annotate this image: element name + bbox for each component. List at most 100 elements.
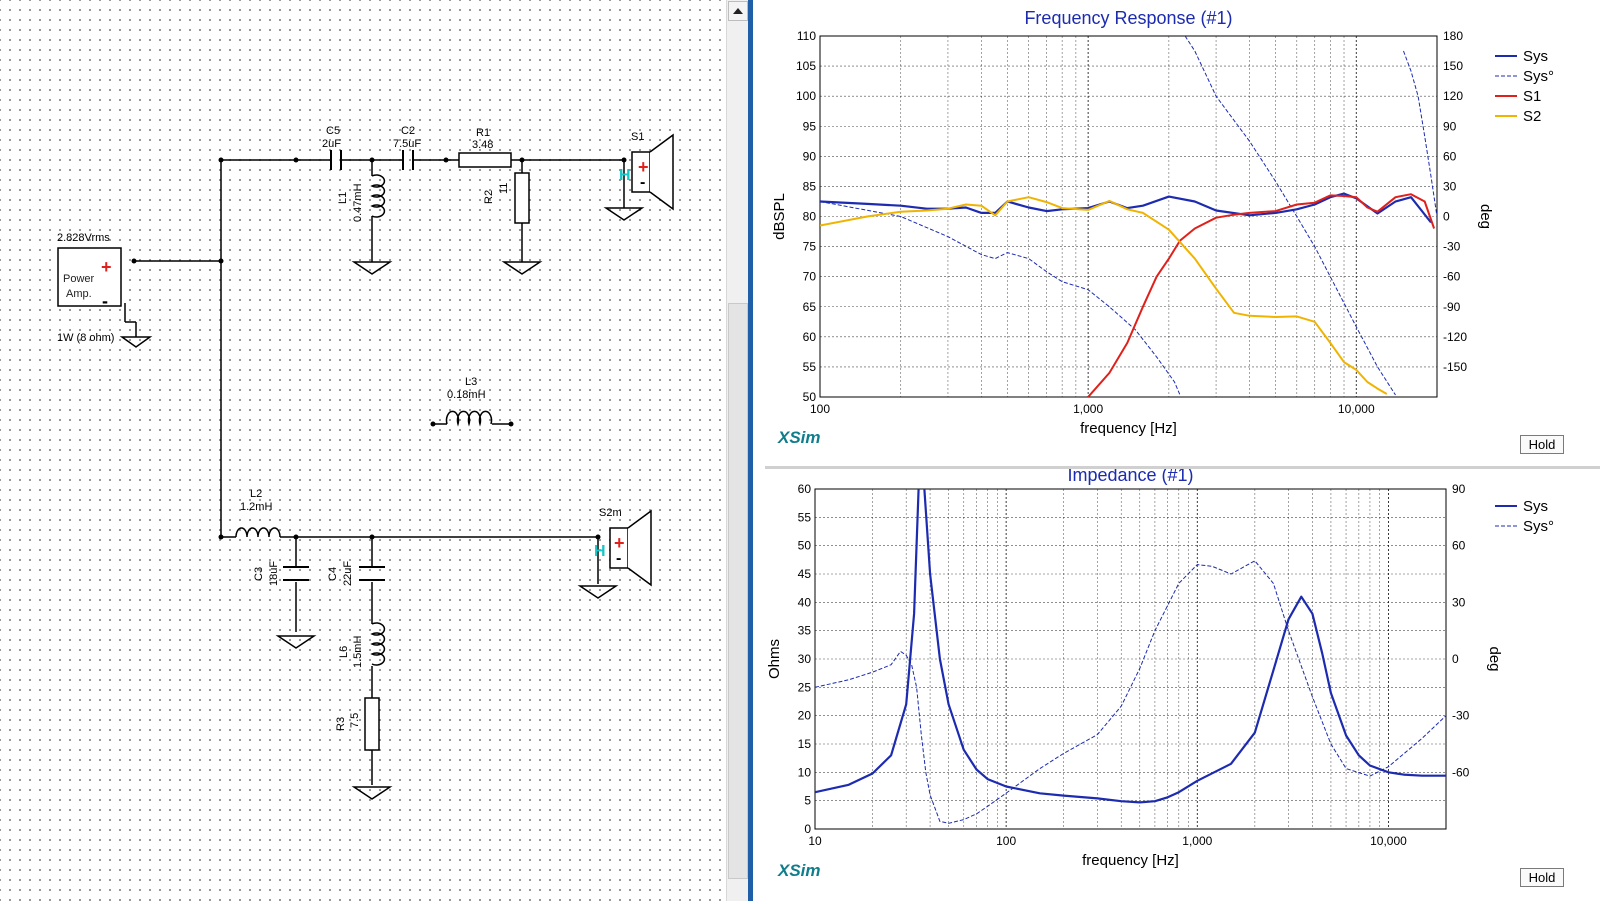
y-tick-label: 45 xyxy=(798,567,812,581)
r3-value: 7.5 xyxy=(349,713,361,728)
r3-ref: R3 xyxy=(335,717,347,731)
x-axis-label: frequency [Hz] xyxy=(1080,420,1177,437)
ground-symbol-amp xyxy=(119,336,153,348)
y-tick-label: 110 xyxy=(797,29,816,43)
x-tick-label: 100 xyxy=(810,402,830,416)
s1-minus-sign: - xyxy=(640,174,645,191)
schematic-drawing: 2.828Vrms Power Amp. + - 1W (8 ohm) C5 2… xyxy=(57,125,674,800)
y2-tick-label: -90 xyxy=(1443,300,1461,314)
x-tick-label: 10,000 xyxy=(1370,834,1407,848)
y2-tick-label: 60 xyxy=(1452,539,1466,553)
y2-tick-label: 150 xyxy=(1443,59,1463,73)
resistor-r3[interactable]: R3 7.5 xyxy=(335,697,380,751)
y-tick-label: 60 xyxy=(803,330,817,344)
series-line-s1 xyxy=(1087,193,1436,397)
l1-ref: L1 xyxy=(337,192,349,204)
speaker-s1[interactable]: S1 H + - xyxy=(619,131,674,211)
schematic-canvas[interactable]: 2.828Vrms Power Amp. + - 1W (8 ohm) C5 2… xyxy=(0,0,725,901)
capacitor-c2[interactable]: C2 7.5uF xyxy=(393,125,421,170)
series-line-sys xyxy=(815,489,1446,804)
hold-button[interactable]: Hold xyxy=(1520,868,1564,887)
y-tick-label: 10 xyxy=(798,765,812,779)
series-line-sys-phase xyxy=(815,560,1446,824)
y2-tick-label: -150 xyxy=(1443,360,1467,374)
y-tick-label: 40 xyxy=(798,595,812,609)
y-tick-label: 5 xyxy=(804,794,811,808)
y2-tick-label: 30 xyxy=(1452,595,1466,609)
ground-symbols-bottom xyxy=(275,585,619,800)
y-axis-label: dBSPL xyxy=(771,193,788,240)
l2-value: 1.2mH xyxy=(240,501,272,513)
c5-value: 2uF xyxy=(322,138,341,150)
inductor-l1[interactable]: L1 0.47mH xyxy=(337,174,386,222)
resistor-r2[interactable]: R2 11 xyxy=(483,172,530,224)
y2-tick-label: 180 xyxy=(1443,29,1463,43)
x-tick-label: 100 xyxy=(996,834,1016,848)
l3-value: 0.18mH xyxy=(447,389,486,401)
y-axis-label: Ohms xyxy=(766,639,783,679)
y2-tick-label: 0 xyxy=(1443,210,1450,224)
c3-value: 18uF xyxy=(268,561,280,586)
x-tick-label: 10,000 xyxy=(1338,402,1375,416)
y-tick-label: 105 xyxy=(796,59,816,73)
capacitor-c4[interactable]: C4 22uF xyxy=(327,561,385,586)
l3-ref: L3 xyxy=(465,376,477,388)
source-name-line1: Power xyxy=(63,273,95,285)
legend-entry: Sys xyxy=(1523,498,1548,515)
scrollbar-thumb[interactable] xyxy=(728,303,748,879)
l2-ref: L2 xyxy=(250,488,262,500)
y-tick-label: 55 xyxy=(798,510,812,524)
inductor-l3[interactable]: L3 0.18mH xyxy=(445,376,493,427)
y2-tick-label: 120 xyxy=(1443,89,1463,103)
frequency-response-panel: 50 55 60 65 70 75 80 85 90 95 100 105 110 -150 -120 -90… xyxy=(765,0,1600,466)
ground-symbols-top xyxy=(351,207,645,275)
l1-value: 0.47mH xyxy=(352,183,364,222)
y2-tick-label: 30 xyxy=(1443,179,1457,193)
c2-value: 7.5uF xyxy=(393,138,421,150)
s2m-ref: S2m xyxy=(599,507,622,519)
y2-tick-label: 90 xyxy=(1443,119,1457,133)
power-amp[interactable]: 2.828Vrms Power Amp. + - 1W (8 ohm) xyxy=(57,232,122,344)
inductor-l6[interactable]: L6 1.5mH xyxy=(338,622,386,668)
y-tick-label: 30 xyxy=(798,652,812,666)
y2-tick-label: -120 xyxy=(1443,330,1467,344)
speaker-s2m[interactable]: S2m H + - xyxy=(594,507,652,587)
y-tick-label: 60 xyxy=(798,482,812,496)
xsim-brand-label: XSim xyxy=(778,861,821,880)
series-group xyxy=(815,489,1446,824)
x-tick-label: 1,000 xyxy=(1182,834,1212,848)
series-line-s2 xyxy=(820,196,1388,395)
c2-ref: C2 xyxy=(401,125,415,137)
legend-entry: Sys xyxy=(1523,48,1548,65)
x-tick-label: 10 xyxy=(808,834,822,848)
s2m-minus-sign: - xyxy=(616,550,621,567)
panel-splitter[interactable] xyxy=(748,0,753,901)
x-tick-label: 1,000 xyxy=(1073,402,1103,416)
impedance-panel: 0 5 10 15 20 25 30 35 40 45 50 55 60 -60 -30 0 30 60 90 10 1… xyxy=(765,466,1600,904)
source-voltage-label: 2.828Vrms xyxy=(57,232,110,244)
c4-value: 22uF xyxy=(342,561,354,586)
hold-button[interactable]: Hold xyxy=(1520,435,1564,454)
y-tick-label: 90 xyxy=(803,149,817,163)
y2-tick-label: 0 xyxy=(1452,652,1459,666)
y-tick-label: 75 xyxy=(803,240,817,254)
source-plus-sign: + xyxy=(101,257,112,277)
chart-title: Impedance (#1) xyxy=(1067,469,1193,485)
capacitor-c5[interactable]: C5 2uF xyxy=(322,125,346,170)
legend-entry: S1 xyxy=(1523,88,1541,105)
capacitor-c3[interactable]: C3 18uF xyxy=(253,561,309,586)
source-name-line2: Amp. xyxy=(66,288,92,300)
y2-tick-label: 60 xyxy=(1443,149,1457,163)
resistor-r1[interactable]: R1 3.48 xyxy=(458,127,512,168)
legend-entry: Sys° xyxy=(1523,518,1554,535)
source-minus-sign: - xyxy=(102,291,108,311)
y-tick-label: 95 xyxy=(803,119,817,133)
s2m-terminal-label: H xyxy=(594,543,606,560)
c4-ref: C4 xyxy=(327,567,339,581)
inductor-l2[interactable]: L2 1.2mH xyxy=(235,488,281,538)
schematic-vertical-scrollbar[interactable] xyxy=(726,0,749,901)
y2-tick-label: 90 xyxy=(1452,482,1466,496)
y-tick-label: 50 xyxy=(798,539,812,553)
y2-tick-label: -60 xyxy=(1452,765,1470,779)
scroll-up-arrow-icon[interactable] xyxy=(728,1,748,21)
